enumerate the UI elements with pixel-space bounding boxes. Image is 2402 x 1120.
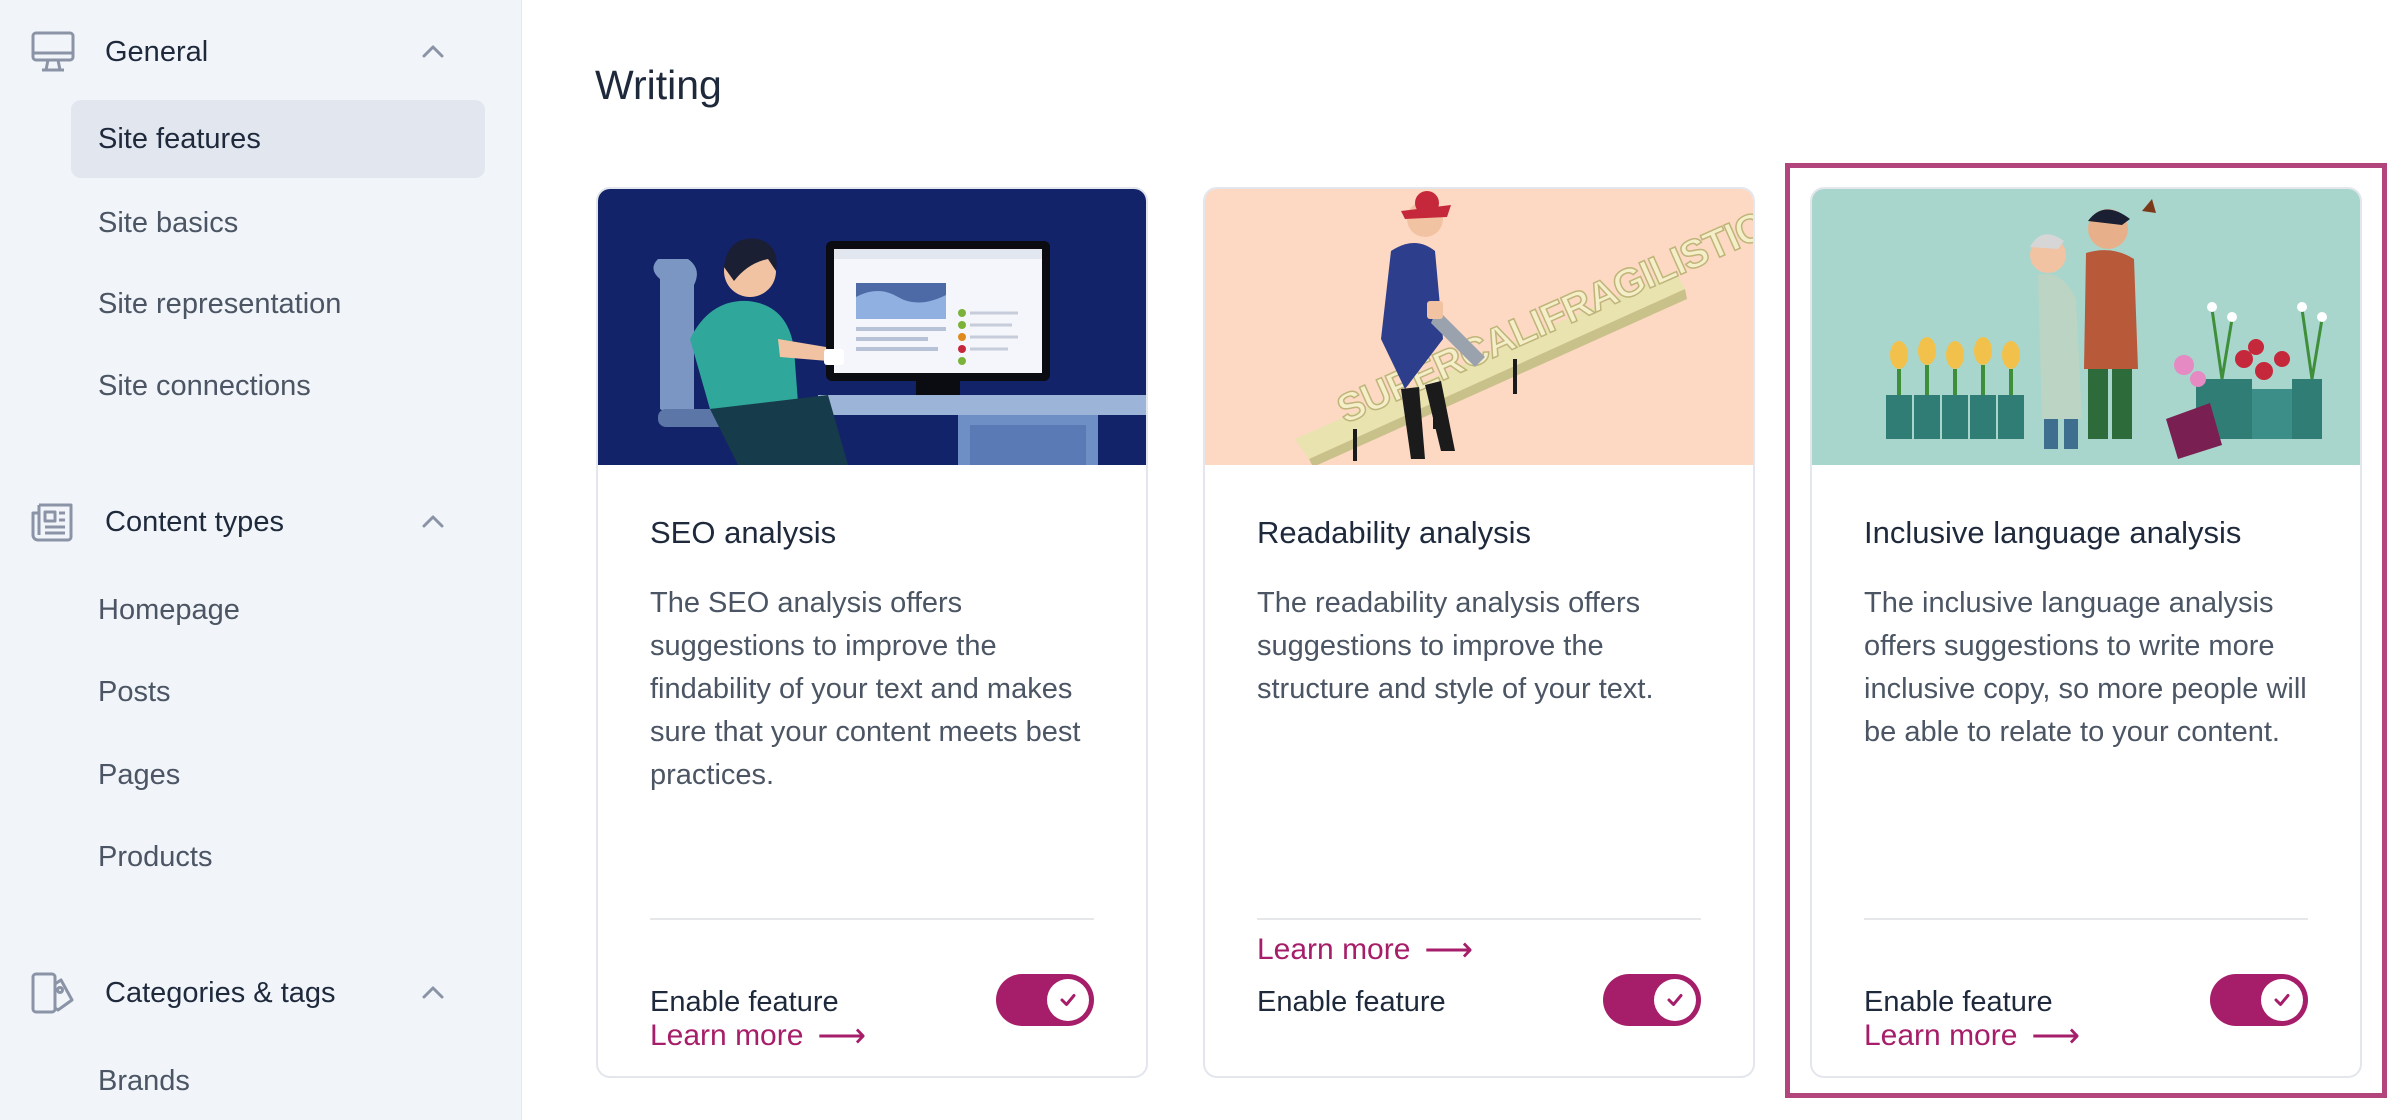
learn-more-label: Learn more	[650, 1019, 804, 1052]
settings-sidebar: General Site features Site basics Site r…	[0, 0, 522, 1120]
main-content: Writing SEO analysis The SEO analysis of…	[522, 0, 2402, 1120]
sidebar-section-label: General	[105, 35, 209, 68]
newspaper-icon	[29, 498, 77, 546]
sidebar-item-homepage[interactable]: Homepage	[71, 571, 485, 649]
page-title: Writing	[595, 62, 722, 108]
arrow-right-icon: ⟶	[817, 1017, 867, 1055]
card-description: The readability analysis offers suggesti…	[1257, 587, 1654, 705]
sidebar-item-brands[interactable]: Brands	[71, 1042, 485, 1120]
sidebar-section-content-types[interactable]: Content types	[29, 497, 469, 547]
enable-feature-label: Enable feature	[1864, 986, 2053, 1018]
arrow-right-icon: ⟶	[2031, 1017, 2081, 1055]
checkmark-icon	[1047, 979, 1089, 1021]
sidebar-item-pages[interactable]: Pages	[71, 736, 485, 814]
card-title: SEO analysis	[650, 515, 837, 550]
sidebar-item-site-features[interactable]: Site features	[71, 100, 485, 178]
learn-more-label: Learn more	[1864, 1019, 2018, 1052]
card-divider	[650, 918, 1094, 920]
sidebar-section-general[interactable]: General	[29, 27, 469, 77]
checkmark-icon	[1654, 979, 1696, 1021]
enable-feature-label: Enable feature	[650, 986, 839, 1018]
sidebar-item-site-connections[interactable]: Site connections	[71, 347, 485, 425]
enable-feature-toggle[interactable]	[996, 974, 1094, 1026]
learn-more-link[interactable]: Learn more ⟶	[1257, 930, 1473, 970]
card-description: The SEO analysis offers suggestions to i…	[650, 587, 1081, 791]
enable-feature-toggle[interactable]	[1603, 974, 1701, 1026]
card-description: The inclusive language analysis offers s…	[1864, 587, 2307, 748]
card-divider	[1257, 918, 1701, 920]
learn-more-label: Learn more	[1257, 933, 1411, 966]
learn-more-link[interactable]: Learn more ⟶	[650, 1016, 866, 1056]
seo-analysis-illustration	[598, 189, 1146, 465]
enable-feature-toggle[interactable]	[2210, 974, 2308, 1026]
enable-feature-label: Enable feature	[1257, 986, 1446, 1018]
readability-analysis-illustration: SUPERCALIFRAGILISTICEXPIALIDOCIOUS	[1205, 189, 1753, 465]
sidebar-item-products[interactable]: Products	[71, 818, 485, 896]
feature-card-seo-analysis: SEO analysis The SEO analysis offers sug…	[596, 187, 1148, 1078]
inclusive-language-illustration	[1812, 189, 2360, 465]
chevron-up-icon[interactable]	[417, 36, 449, 68]
sidebar-section-label: Categories & tags	[105, 976, 336, 1009]
monitor-icon	[29, 28, 77, 76]
sidebar-item-site-representation[interactable]: Site representation	[71, 265, 485, 343]
feature-card-readability-analysis: SUPERCALIFRAGILISTICEXPIALIDOCIOUS Reada…	[1203, 187, 1755, 1078]
arrow-right-icon: ⟶	[1424, 931, 1474, 969]
sidebar-section-label: Content types	[105, 505, 284, 538]
chevron-up-icon[interactable]	[417, 506, 449, 538]
sidebar-item-posts[interactable]: Posts	[71, 653, 485, 731]
card-title: Readability analysis	[1257, 515, 1531, 550]
tag-document-icon	[29, 969, 77, 1017]
sidebar-item-site-basics[interactable]: Site basics	[71, 184, 485, 262]
learn-more-link[interactable]: Learn more ⟶	[1864, 1016, 2080, 1056]
sidebar-section-categories-tags[interactable]: Categories & tags	[29, 968, 469, 1018]
card-title: Inclusive language analysis	[1864, 515, 2242, 550]
chevron-up-icon[interactable]	[417, 977, 449, 1009]
checkmark-icon	[2261, 979, 2303, 1021]
feature-card-inclusive-language-analysis: Inclusive language analysis The inclusiv…	[1810, 187, 2362, 1078]
card-divider	[1864, 918, 2308, 920]
